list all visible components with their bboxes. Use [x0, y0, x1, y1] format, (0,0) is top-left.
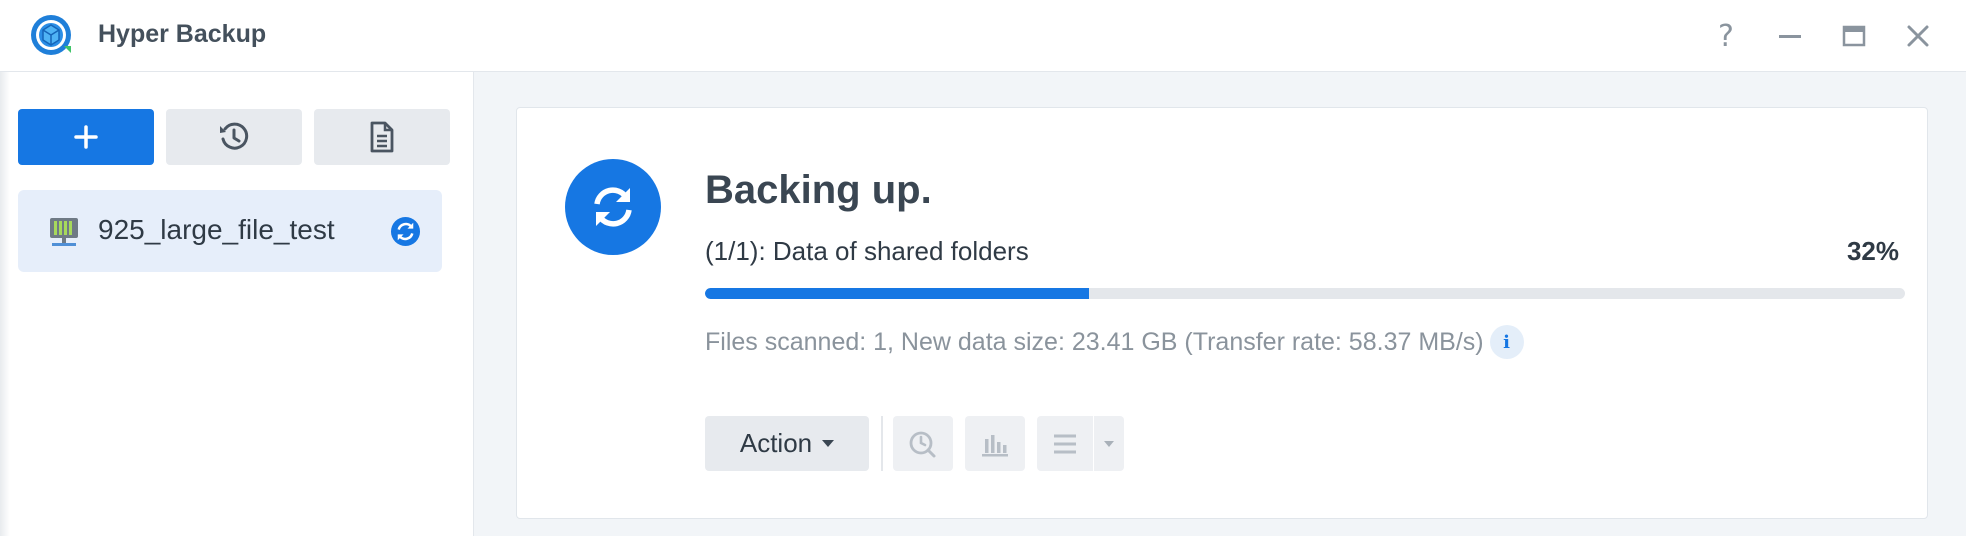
progress-bar	[705, 288, 1905, 299]
hyper-backup-logo	[31, 15, 71, 55]
list-icon	[1054, 434, 1076, 453]
task-detail: (1/1): Data of shared folders	[705, 236, 1029, 266]
help-button[interactable]: ?	[1706, 16, 1746, 56]
minimize-button[interactable]	[1770, 16, 1810, 56]
document-icon	[370, 121, 394, 153]
version-list-menu-button[interactable]	[1094, 416, 1124, 471]
timer-icon	[909, 431, 936, 457]
task-name: 925_large_file_test	[98, 214, 335, 245]
bar-chart-icon	[982, 434, 1008, 456]
caret-down-icon	[822, 440, 835, 447]
action-label: Action	[739, 428, 813, 458]
title-bar: Hyper Backup ?	[0, 0, 1966, 72]
sidebar: 925_large_file_test	[0, 72, 474, 536]
minimize-icon	[1779, 35, 1801, 38]
version-list-button[interactable]	[1037, 416, 1093, 471]
status-indicator	[565, 159, 661, 255]
history-icon	[220, 122, 249, 150]
app-title: Hyper Backup	[98, 20, 267, 48]
action-dropdown-button[interactable]: Action	[705, 416, 869, 471]
backup-schedule-button[interactable]	[893, 416, 953, 471]
sync-icon	[594, 187, 632, 227]
caret-down-icon	[1104, 440, 1114, 447]
status-title: Backing up.	[705, 168, 932, 212]
task-status-card: Backing up. (1/1): Data of shared folder…	[516, 107, 1928, 519]
task-list-item[interactable]: 925_large_file_test	[18, 190, 442, 272]
close-icon	[1907, 25, 1929, 47]
maximize-button[interactable]	[1834, 16, 1874, 56]
progress-percent: 32%	[1846, 236, 1899, 266]
progress-bar-fill	[705, 288, 1089, 299]
statistics-button[interactable]	[965, 416, 1025, 471]
backup-stats: Files scanned: 1, New data size: 23.41 G…	[705, 324, 1524, 360]
close-button[interactable]	[1898, 16, 1938, 56]
maximize-icon	[1842, 25, 1866, 47]
toolbar-divider	[881, 416, 883, 471]
add-task-button[interactable]	[18, 109, 154, 165]
sync-icon	[390, 216, 421, 247]
restore-history-button[interactable]	[166, 109, 302, 165]
stats-text: Files scanned: 1, New data size: 23.41 G…	[705, 327, 1484, 356]
nas-device-icon	[50, 218, 78, 246]
plus-icon	[74, 125, 98, 149]
main-panel: Backing up. (1/1): Data of shared folder…	[474, 72, 1966, 536]
log-button[interactable]	[314, 109, 450, 165]
info-button[interactable]: i	[1489, 325, 1524, 359]
